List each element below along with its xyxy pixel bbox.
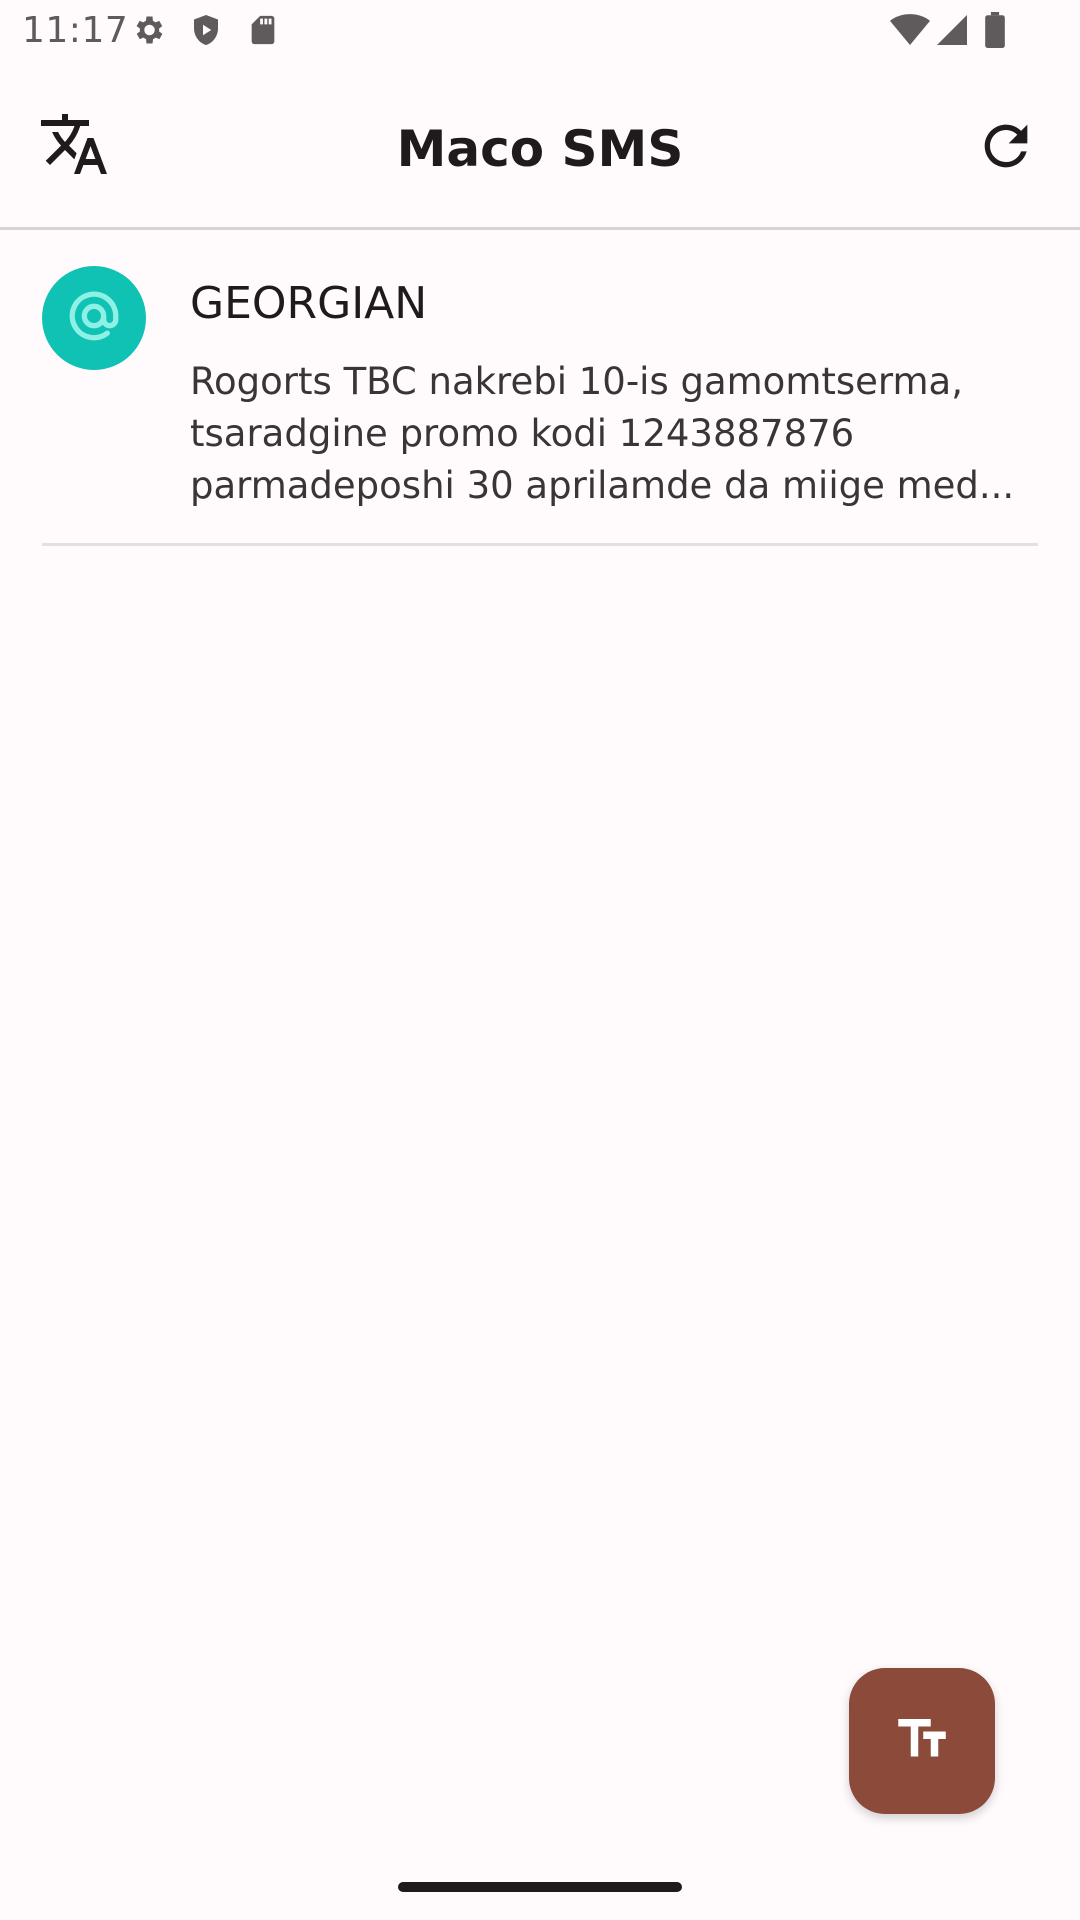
at-sign-icon	[65, 287, 123, 349]
status-bar: 11:17	[0, 0, 1080, 64]
gesture-nav-bar[interactable]	[398, 1882, 682, 1892]
app-bar: Maco SMS	[0, 64, 1080, 230]
refresh-icon	[974, 114, 1038, 182]
wifi-icon	[890, 12, 930, 52]
battery-icon	[984, 12, 1006, 52]
message-preview: Rogorts TBC nakrebi 10-is gamomtserma, t…	[190, 360, 1015, 507]
sd-card-icon	[246, 12, 280, 52]
status-time: 11:17	[22, 10, 129, 51]
page-title: Maco SMS	[396, 120, 684, 178]
refresh-button[interactable]	[958, 100, 1054, 196]
shield-play-icon	[188, 12, 224, 52]
text-size-button[interactable]	[849, 1668, 995, 1814]
text-size-icon	[892, 1709, 952, 1773]
avatar	[42, 266, 146, 370]
signal-icon	[934, 12, 970, 52]
settings-icon	[130, 12, 166, 52]
list-item[interactable]: GEORGIAN Rogorts TBC nakrebi 10-is gamom…	[42, 232, 1038, 546]
message-sender: GEORGIAN	[190, 278, 428, 329]
